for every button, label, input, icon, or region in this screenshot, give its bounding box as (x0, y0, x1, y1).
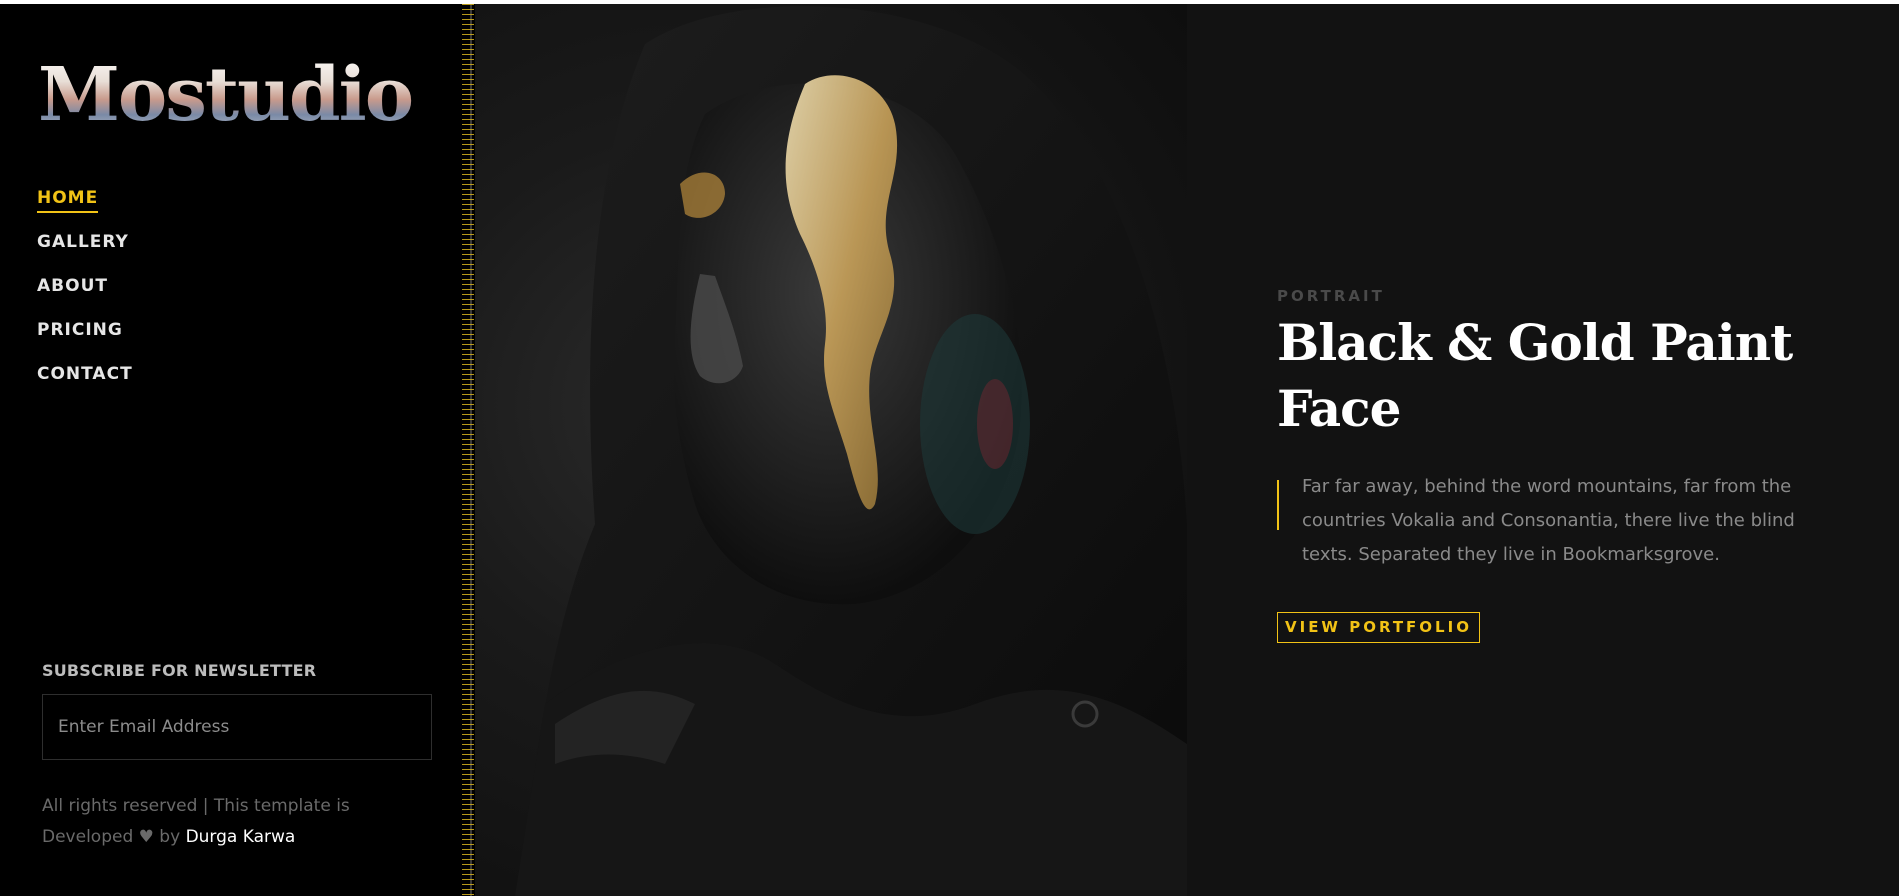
glitter-shape (920, 314, 1030, 534)
nav-link-home[interactable]: HOME (37, 188, 99, 213)
copyright-by: by (159, 827, 181, 847)
nav-item-about: ABOUT (37, 276, 133, 320)
newsletter-email-input[interactable] (42, 694, 432, 760)
nav-item-gallery: GALLERY (37, 232, 133, 276)
main-nav: HOME GALLERY ABOUT PRICING CONTACT (37, 188, 133, 408)
author-link[interactable]: Durga Karwa (186, 827, 296, 847)
page-frame: Mostudio HOME GALLERY ABOUT PRICING CONT… (0, 4, 1899, 896)
description-accent-bar (1277, 480, 1279, 530)
portrait-image (515, 6, 1187, 896)
newsletter-title: SUBSCRIBE FOR NEWSLETTER (42, 661, 317, 680)
nav-link-pricing[interactable]: PRICING (37, 320, 123, 343)
hero-content: PORTRAIT Black & Gold Paint Face Far far… (1187, 4, 1899, 896)
site-logo[interactable]: Mostudio (38, 50, 414, 140)
hero-paragraph: Far far away, behind the word mountains,… (1302, 476, 1795, 565)
nav-item-contact: CONTACT (37, 364, 133, 408)
hero-description: Far far away, behind the word mountains,… (1277, 470, 1837, 572)
sidebar-ruler-decoration (462, 4, 474, 896)
nav-link-about[interactable]: ABOUT (37, 276, 108, 299)
nav-link-contact[interactable]: CONTACT (37, 364, 133, 387)
nav-item-home: HOME (37, 188, 133, 232)
heart-icon: ♥ (138, 827, 154, 847)
glitter-red-shape (977, 379, 1013, 469)
hero-kicker: PORTRAIT (1277, 287, 1385, 305)
sidebar: Mostudio HOME GALLERY ABOUT PRICING CONT… (0, 4, 474, 896)
hero-photo (475, 4, 1187, 896)
nav-link-gallery[interactable]: GALLERY (37, 232, 129, 255)
hero-title: Black & Gold Paint Face (1277, 313, 1793, 438)
copyright-text: All rights reserved | This template is D… (42, 791, 402, 853)
nav-item-pricing: PRICING (37, 320, 133, 364)
view-portfolio-button[interactable]: VIEW PORTFOLIO (1277, 612, 1480, 643)
